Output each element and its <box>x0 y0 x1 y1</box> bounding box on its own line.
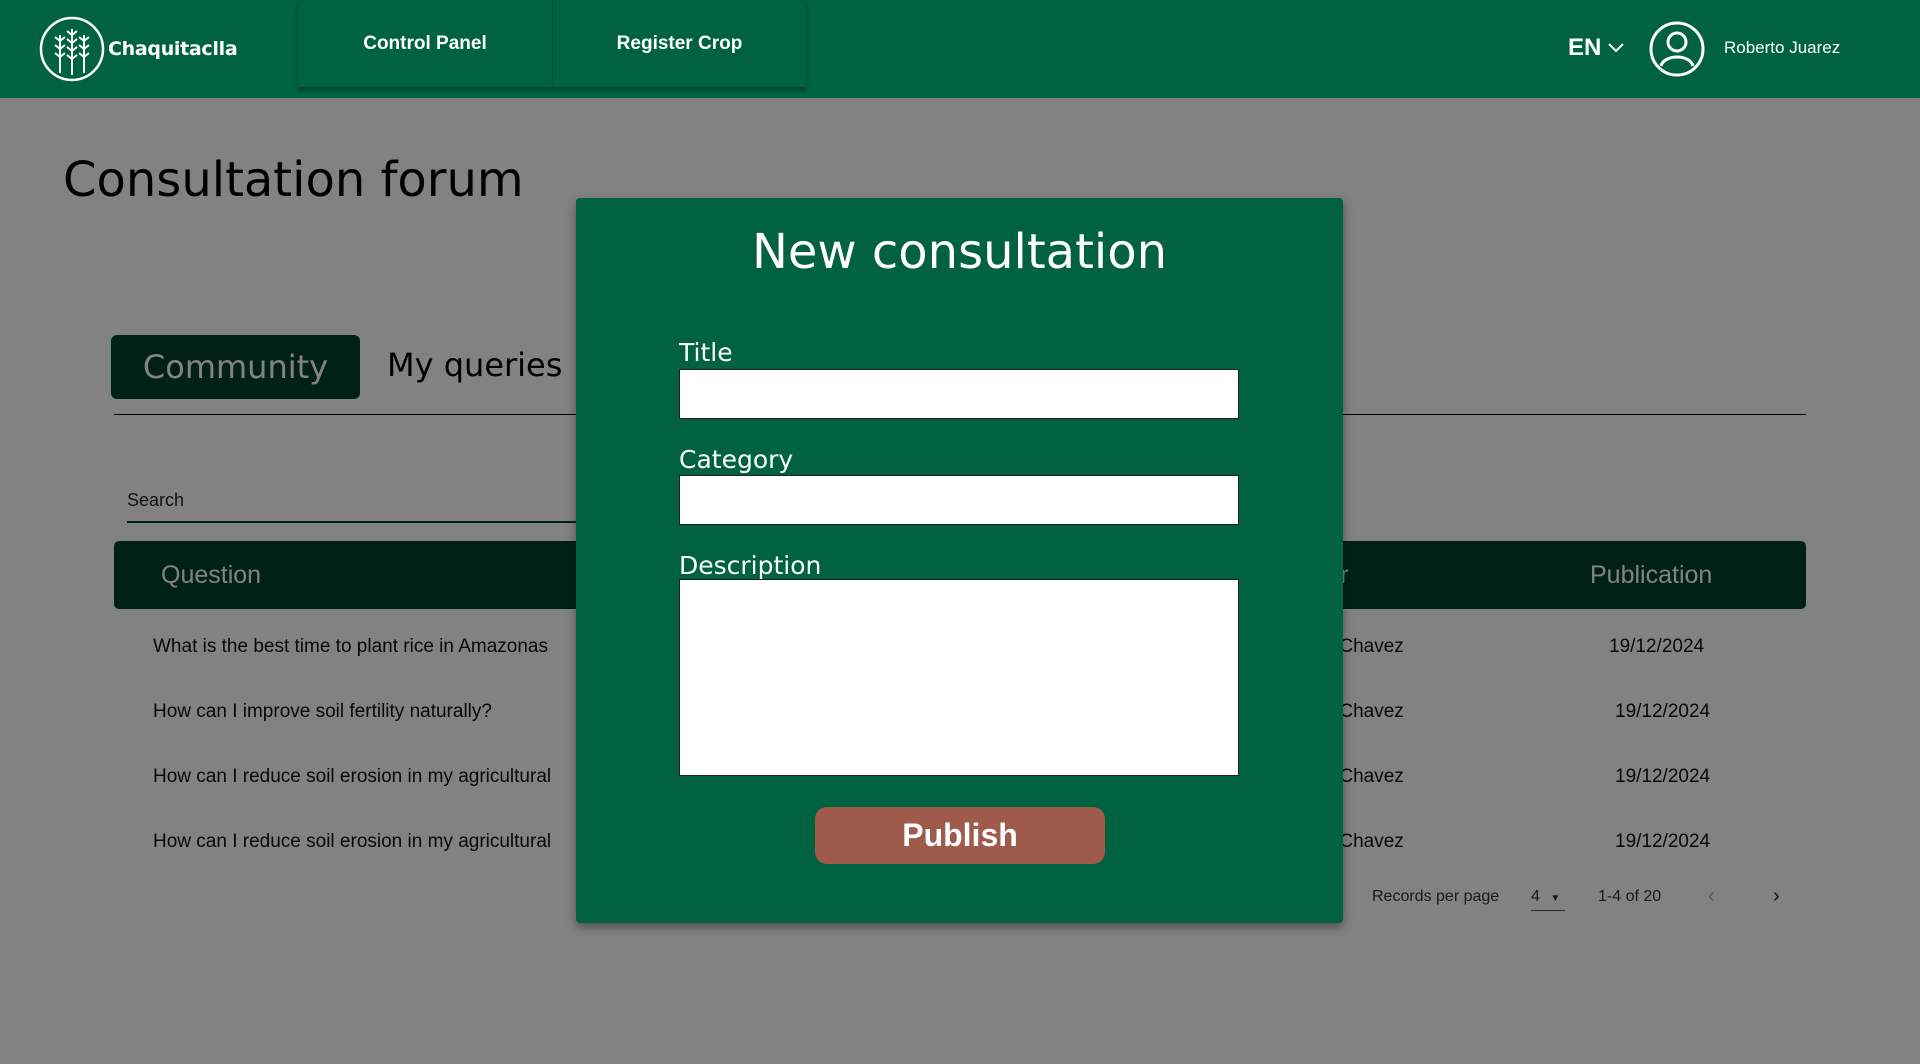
language-selector[interactable]: EN <box>1568 34 1625 62</box>
language-label: EN <box>1568 34 1602 61</box>
nav-control-panel[interactable]: Control Panel <box>298 0 552 87</box>
dialog-title: New consultation <box>751 224 1168 280</box>
publish-button[interactable]: Publish <box>815 807 1105 864</box>
description-label: Description <box>679 551 822 580</box>
brand-logo[interactable]: Chaquitaclla <box>38 15 238 83</box>
user-avatar-icon[interactable] <box>1648 20 1706 78</box>
new-consultation-dialog: New consultation Title Category Descript… <box>576 198 1343 923</box>
title-label: Title <box>679 338 733 367</box>
main-nav: Control Panel Register Crop <box>298 0 806 87</box>
description-textarea[interactable] <box>679 579 1239 776</box>
wheat-logo-icon <box>39 16 105 82</box>
nav-register-crop[interactable]: Register Crop <box>552 0 806 87</box>
category-input[interactable] <box>679 475 1239 525</box>
top-navbar: Chaquitaclla Control Panel Register Crop… <box>0 0 1920 98</box>
brand-name: Chaquitaclla <box>108 38 238 60</box>
category-label: Category <box>679 445 794 474</box>
chevron-down-icon <box>1608 43 1625 53</box>
title-input[interactable] <box>679 369 1239 419</box>
user-name[interactable]: Roberto Juarez <box>1724 38 1840 58</box>
